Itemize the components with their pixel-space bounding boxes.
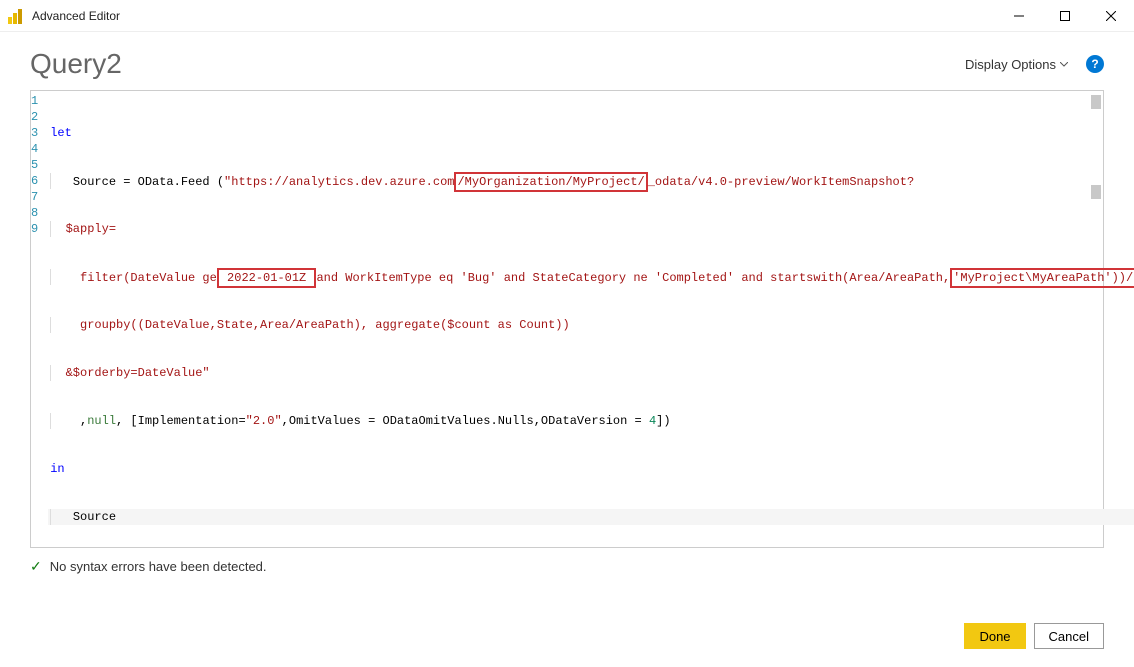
done-button[interactable]: Done <box>964 623 1025 649</box>
code-line: ,null, [Implementation="2.0",OmitValues … <box>48 413 1134 429</box>
line-gutter: 1 2 3 4 5 6 7 8 9 <box>31 91 44 547</box>
display-options-dropdown[interactable]: Display Options <box>965 57 1068 72</box>
maximize-icon <box>1060 11 1070 21</box>
code-line: Source = OData.Feed ("https://analytics.… <box>48 173 1134 189</box>
code-line: in <box>48 461 1134 477</box>
maximize-button[interactable] <box>1042 0 1088 32</box>
cancel-button[interactable]: Cancel <box>1034 623 1104 649</box>
minimize-button[interactable] <box>996 0 1042 32</box>
titlebar: Advanced Editor <box>0 0 1134 32</box>
code-editor[interactable]: 1 2 3 4 5 6 7 8 9 let Source = OData.Fee… <box>30 90 1104 548</box>
close-icon <box>1106 11 1116 21</box>
check-icon: ✓ <box>30 558 42 575</box>
header-row: Query2 Display Options ? <box>30 48 1104 80</box>
code-line: let <box>48 125 1134 141</box>
help-icon[interactable]: ? <box>1086 55 1104 73</box>
status-message: No syntax errors have been detected. <box>50 559 267 574</box>
code-line: Source <box>48 509 1134 525</box>
code-line: filter(DateValue ge 2022-01-01Z and Work… <box>48 269 1134 285</box>
window-title: Advanced Editor <box>32 9 120 23</box>
code-line: $apply= <box>48 221 1134 237</box>
dialog-footer: Done Cancel <box>964 623 1104 649</box>
code-area[interactable]: let Source = OData.Feed ("https://analyt… <box>44 91 1134 547</box>
minimize-icon <box>1014 11 1024 21</box>
window-controls <box>996 0 1134 32</box>
code-line: &$orderby=DateValue" <box>48 365 1134 381</box>
query-title: Query2 <box>30 48 965 80</box>
display-options-label: Display Options <box>965 57 1056 72</box>
close-button[interactable] <box>1088 0 1134 32</box>
powerbi-icon <box>8 8 24 24</box>
code-line: groupby((DateValue,State,Area/AreaPath),… <box>48 317 1134 333</box>
chevron-down-icon <box>1060 62 1068 67</box>
